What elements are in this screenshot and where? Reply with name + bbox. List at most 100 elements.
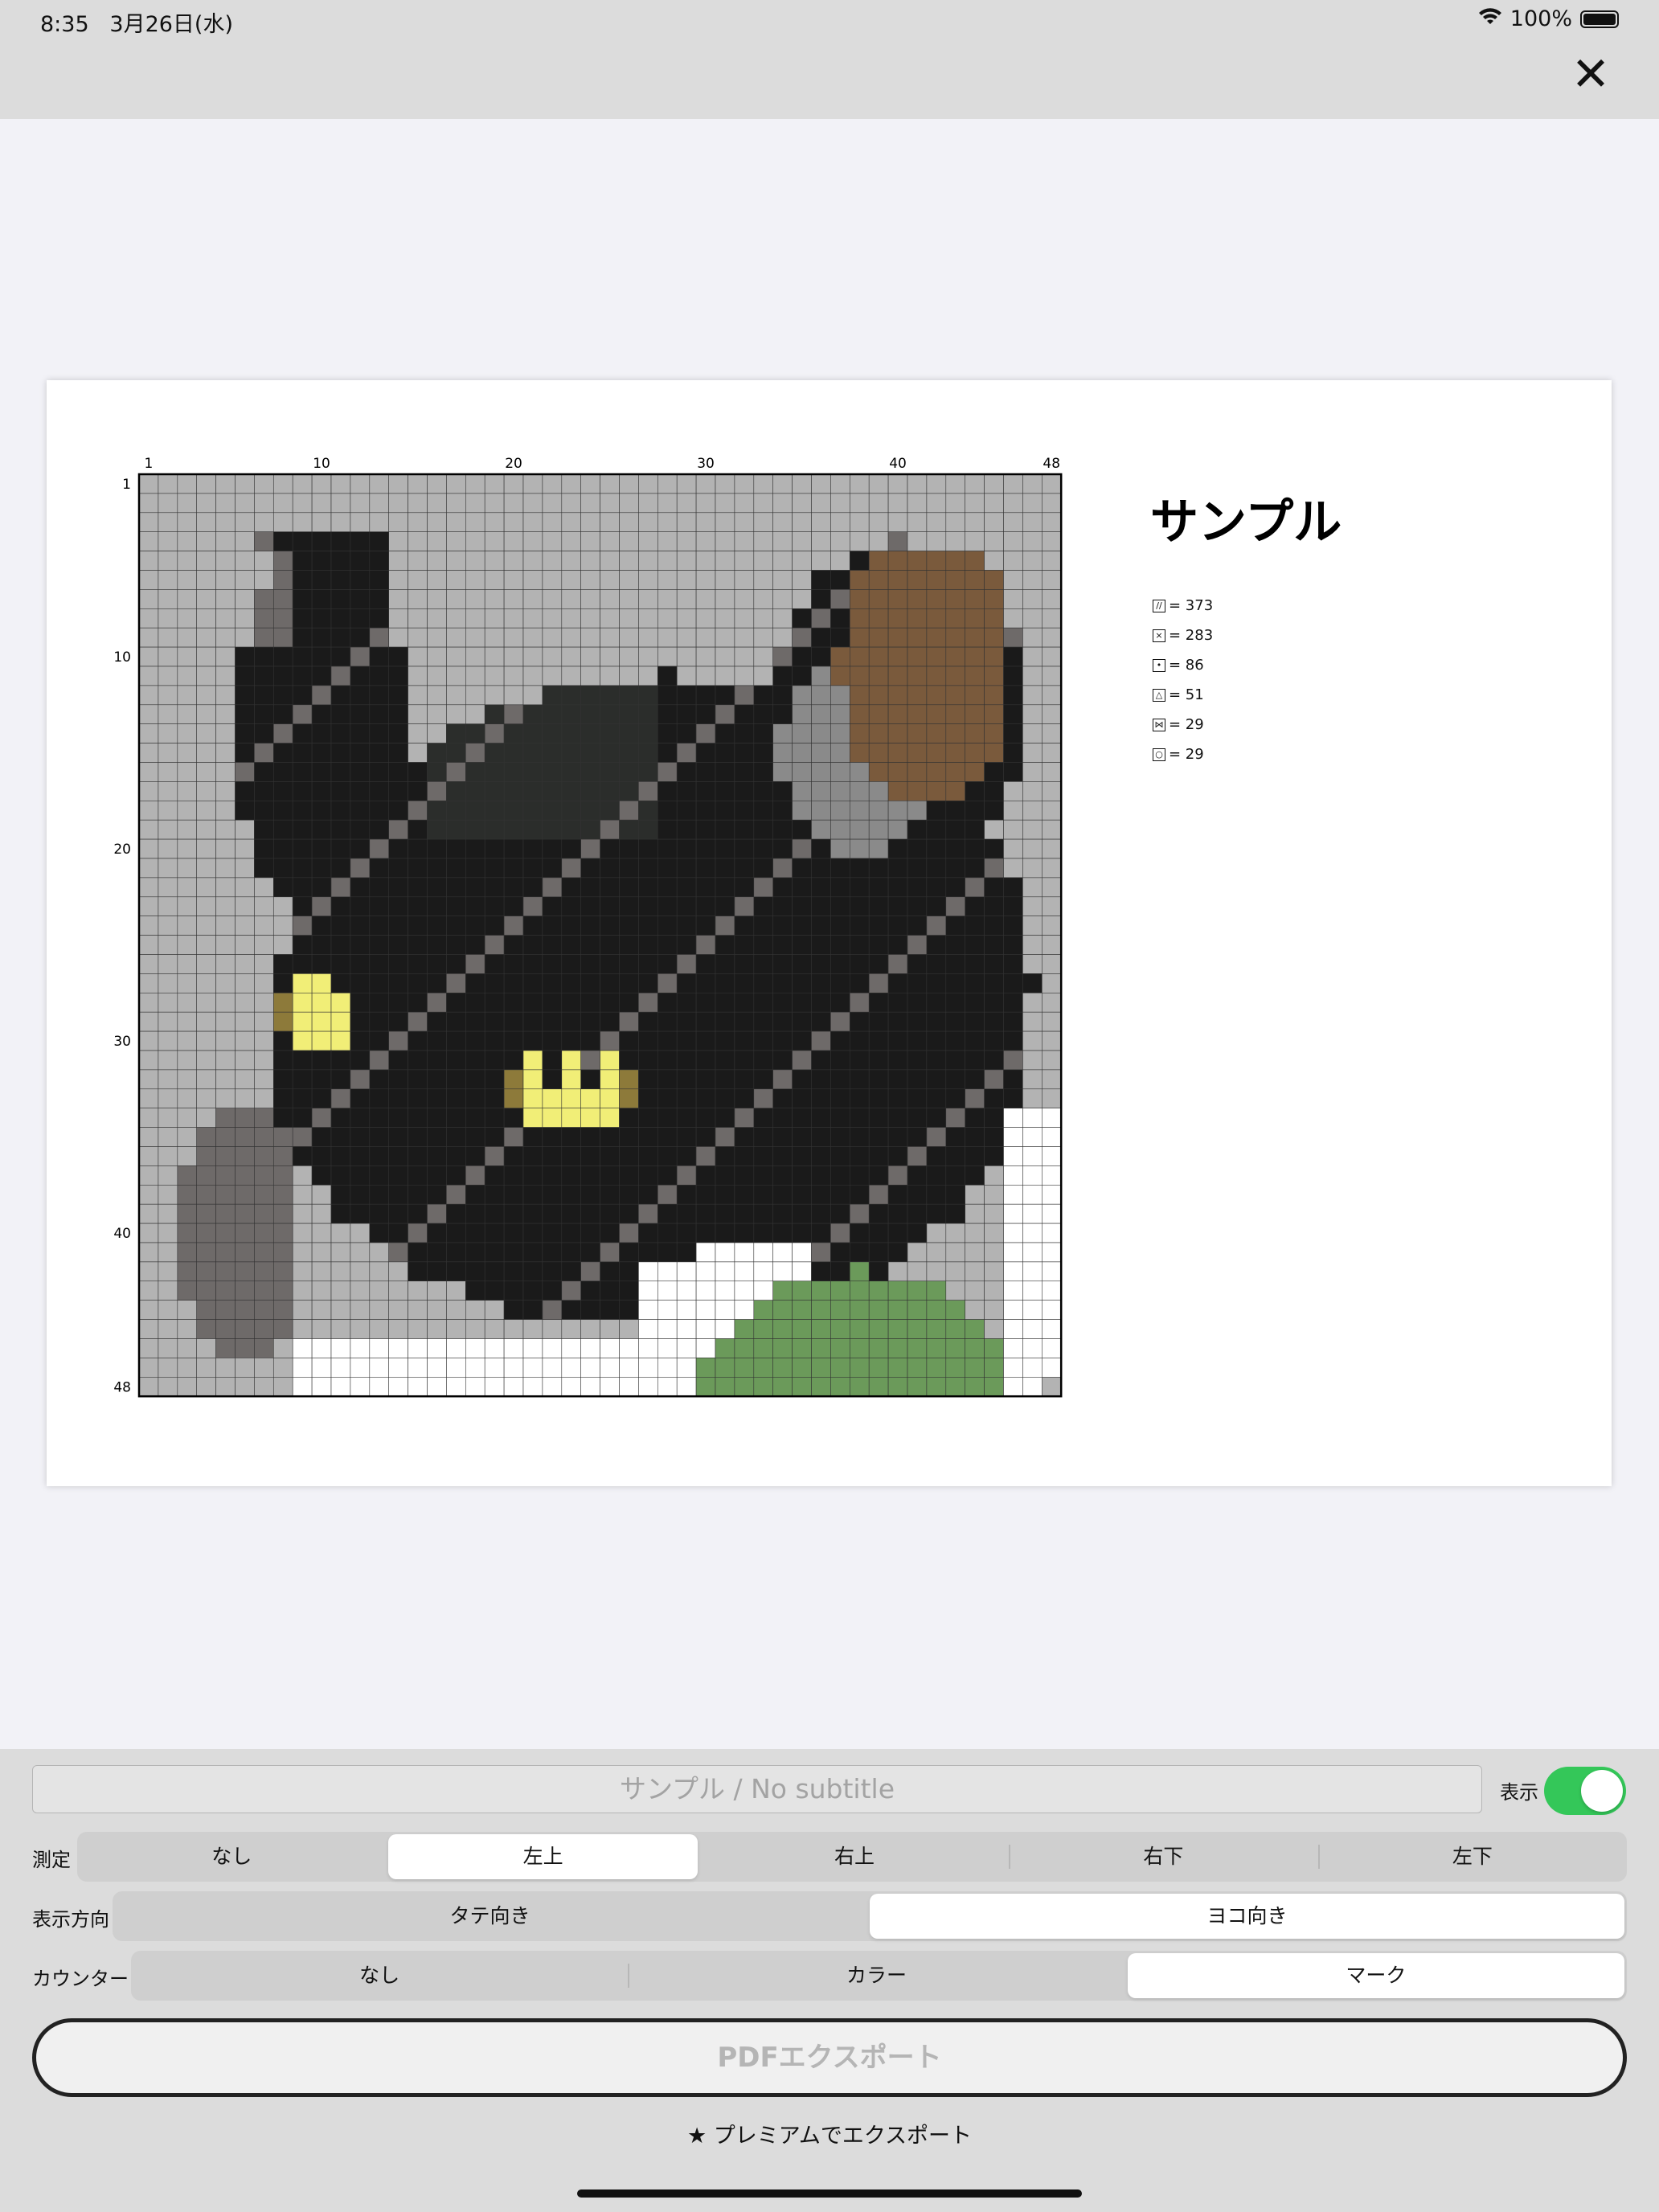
pattern-cell bbox=[734, 973, 755, 993]
pattern-cell bbox=[1003, 608, 1023, 629]
pattern-cell bbox=[676, 858, 697, 879]
pattern-cell bbox=[965, 704, 985, 724]
pattern-cell bbox=[965, 1011, 985, 1032]
pattern-cell bbox=[254, 743, 274, 763]
pattern-cell bbox=[254, 1338, 274, 1358]
pdf-export-button[interactable]: PDFエクスポート bbox=[32, 2018, 1627, 2097]
pattern-cell bbox=[369, 838, 389, 859]
premium-export-link[interactable]: ★ プレミアムでエクスポート bbox=[0, 2118, 1659, 2149]
pattern-cell bbox=[522, 1184, 543, 1205]
pattern-cell bbox=[811, 493, 831, 514]
pattern-cell bbox=[907, 473, 928, 494]
counter-option[interactable]: なし bbox=[131, 1951, 628, 2001]
measure-option[interactable]: なし bbox=[77, 1832, 386, 1882]
pattern-cell bbox=[887, 1358, 908, 1378]
pattern-cell bbox=[830, 570, 850, 590]
pattern-cell bbox=[503, 935, 524, 955]
pattern-cell bbox=[158, 1127, 178, 1147]
pattern-cell bbox=[811, 800, 831, 821]
pattern-cell bbox=[676, 1203, 697, 1224]
pattern-cell bbox=[542, 473, 563, 494]
pattern-cell bbox=[446, 819, 466, 840]
pattern-cell bbox=[830, 666, 850, 686]
pattern-cell bbox=[1003, 896, 1023, 916]
pattern-cell bbox=[792, 512, 812, 533]
pattern-cell bbox=[503, 627, 524, 648]
pattern-cell bbox=[753, 666, 773, 686]
pattern-cell bbox=[446, 762, 466, 782]
pattern-cell bbox=[734, 1108, 755, 1128]
pattern-cell bbox=[887, 1011, 908, 1032]
pattern-cell bbox=[619, 838, 639, 859]
pattern-cell bbox=[811, 916, 831, 936]
pattern-cell bbox=[484, 627, 505, 648]
pattern-cell bbox=[984, 1300, 1004, 1320]
pattern-cell bbox=[676, 1088, 697, 1108]
pattern-cell bbox=[446, 1108, 466, 1128]
pattern-cell bbox=[446, 704, 466, 724]
pattern-cell bbox=[772, 1358, 793, 1378]
pattern-cell bbox=[503, 531, 524, 551]
pattern-cell bbox=[676, 570, 697, 590]
pattern-cell bbox=[907, 1203, 928, 1224]
pattern-cell bbox=[158, 1338, 178, 1358]
pattern-cell bbox=[311, 858, 332, 879]
pattern-cell bbox=[292, 800, 313, 821]
pattern-cell bbox=[427, 685, 447, 706]
pattern-cell bbox=[1042, 1146, 1062, 1166]
pattern-cell bbox=[772, 646, 793, 667]
orientation-option[interactable]: タテ向き bbox=[113, 1891, 867, 1941]
pattern-cell bbox=[503, 858, 524, 879]
pattern-cell bbox=[522, 992, 543, 1013]
pattern-cell bbox=[811, 992, 831, 1013]
pattern-cell bbox=[657, 704, 678, 724]
pattern-cell bbox=[522, 627, 543, 648]
counter-option[interactable]: マーク bbox=[1127, 1953, 1624, 1998]
counter-option[interactable]: カラー bbox=[628, 1951, 1124, 2001]
pattern-cell bbox=[600, 1338, 620, 1358]
pattern-cell bbox=[158, 838, 178, 859]
pattern-cell bbox=[330, 512, 351, 533]
pattern-cell bbox=[811, 1088, 831, 1108]
pattern-cell bbox=[868, 1338, 889, 1358]
pattern-cell bbox=[369, 589, 389, 609]
pattern-cell bbox=[427, 858, 447, 879]
pattern-cell bbox=[907, 685, 928, 706]
pattern-cell bbox=[561, 1030, 581, 1051]
close-icon[interactable]: ✕ bbox=[1567, 50, 1615, 98]
pattern-cell bbox=[619, 1338, 639, 1358]
pattern-cell bbox=[196, 896, 216, 916]
pattern-cell bbox=[695, 896, 716, 916]
pattern-cell bbox=[503, 493, 524, 514]
pattern-cell bbox=[138, 1242, 159, 1263]
row-tick-label: 30 bbox=[113, 1034, 131, 1050]
pattern-cell bbox=[330, 1280, 351, 1301]
measure-option[interactable]: 右下 bbox=[1009, 1832, 1317, 1882]
pattern-cell bbox=[715, 992, 735, 1013]
pattern-cell bbox=[695, 1358, 716, 1378]
row-tick-label: 1 bbox=[122, 477, 131, 493]
pattern-cell bbox=[427, 1338, 447, 1358]
pattern-cell bbox=[984, 1108, 1004, 1128]
pattern-cell bbox=[561, 531, 581, 551]
pattern-cell bbox=[734, 1165, 755, 1186]
pattern-cell bbox=[446, 877, 466, 898]
subtitle-input[interactable]: サンプル / No subtitle bbox=[32, 1765, 1482, 1813]
pattern-cell bbox=[887, 954, 908, 974]
pattern-cell bbox=[522, 800, 543, 821]
show-toggle[interactable] bbox=[1544, 1767, 1626, 1815]
pattern-cell bbox=[138, 743, 159, 763]
orientation-option[interactable]: ヨコ向き bbox=[870, 1894, 1624, 1939]
pattern-cell bbox=[792, 1377, 812, 1397]
pattern-cell bbox=[715, 493, 735, 514]
pattern-cell bbox=[427, 992, 447, 1013]
measure-option[interactable]: 右上 bbox=[700, 1832, 1009, 1882]
pattern-cell bbox=[619, 1011, 639, 1032]
pattern-cell bbox=[542, 743, 563, 763]
pattern-cell bbox=[907, 800, 928, 821]
measure-option[interactable]: 左下 bbox=[1317, 1832, 1627, 1882]
pattern-cell bbox=[1003, 473, 1023, 494]
measure-option[interactable]: 左上 bbox=[388, 1834, 698, 1879]
pattern-cell bbox=[215, 954, 236, 974]
pattern-cell bbox=[350, 1108, 371, 1128]
